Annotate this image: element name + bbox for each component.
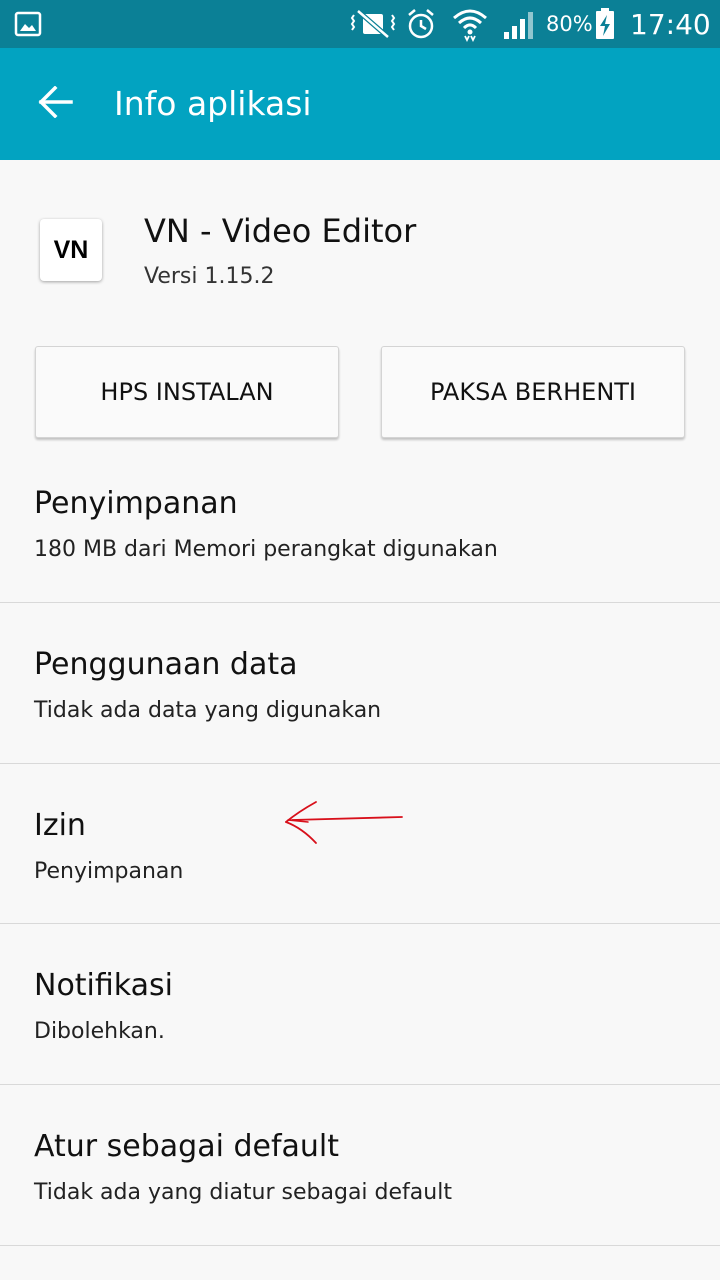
status-bar: 80% 17:40 <box>0 0 720 48</box>
page-title: Info aplikasi <box>114 84 312 123</box>
settings-item-title: Atur sebagai default <box>34 1129 340 1164</box>
settings-item-subtitle: Tidak ada data yang digunakan <box>34 698 382 723</box>
settings-item-subtitle: Penyimpanan <box>34 859 184 884</box>
settings-item-title: Penyimpanan <box>34 486 238 521</box>
app-version: Versi 1.15.2 <box>144 264 275 289</box>
divider <box>0 1245 720 1246</box>
settings-item-title: Izin <box>34 808 86 843</box>
settings-item-subtitle: 180 MB dari Memori perangkat digunakan <box>34 537 498 562</box>
wifi-icon <box>452 0 488 48</box>
uninstall-button[interactable]: HPS INSTALAN <box>35 346 339 438</box>
settings-item-notifications[interactable]: Notifikasi Dibolehkan. <box>0 924 720 1084</box>
mute-icon <box>350 0 396 48</box>
settings-item-data-usage[interactable]: Penggunaan data Tidak ada data yang digu… <box>0 603 720 763</box>
annotation-arrow-icon <box>280 798 406 852</box>
settings-item-storage[interactable]: Penyimpanan 180 MB dari Memori perangkat… <box>0 440 720 602</box>
force-stop-button[interactable]: PAKSA BERHENTI <box>381 346 685 438</box>
battery-icon <box>594 0 616 48</box>
back-button[interactable] <box>22 76 90 132</box>
settings-item-title: Notifikasi <box>34 968 173 1003</box>
settings-item-subtitle: Dibolehkan. <box>34 1019 165 1044</box>
app-bar: Info aplikasi <box>0 48 720 160</box>
gallery-icon <box>14 0 42 48</box>
status-time: 17:40 <box>630 7 711 41</box>
app-name: VN - Video Editor <box>144 212 417 250</box>
alarm-icon <box>406 0 436 48</box>
settings-item-default[interactable]: Atur sebagai default Tidak ada yang diat… <box>0 1085 720 1245</box>
arrow-left-icon <box>38 85 74 122</box>
app-icon: VN <box>40 219 102 281</box>
settings-item-subtitle: Tidak ada yang diatur sebagai default <box>34 1180 452 1205</box>
signal-icon <box>502 0 536 48</box>
settings-item-title: Penggunaan data <box>34 647 298 682</box>
battery-percentage: 80% <box>546 12 593 36</box>
